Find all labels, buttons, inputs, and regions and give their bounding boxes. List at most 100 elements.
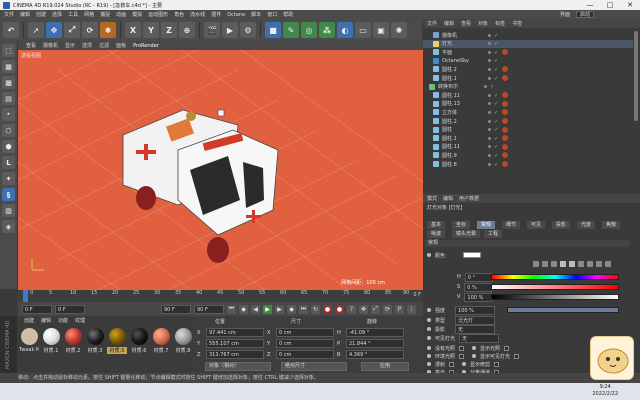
object-name[interactable]: 圆柱.1 (442, 75, 472, 82)
object-menu-tags[interactable]: 标签 (495, 20, 505, 27)
menu-item-file[interactable]: 文件 (4, 11, 14, 18)
tab-coord[interactable]: 坐标 (452, 221, 471, 229)
material-swatch[interactable]: 材质.2 (63, 328, 83, 358)
animation-dot[interactable] (427, 362, 431, 366)
enabled-check-icon[interactable]: ✓ (494, 33, 499, 39)
enabled-check-icon[interactable]: ✓ (494, 101, 499, 107)
object-name[interactable]: 转换布尔 (438, 83, 468, 90)
tab-visibility[interactable]: 可见 (527, 221, 546, 229)
object-row[interactable]: 灯光 ✓ (423, 39, 633, 48)
menu-item-pipeline[interactable]: 流水线 (190, 11, 205, 18)
param-key-button[interactable]: P (395, 304, 404, 314)
enabled-check-icon[interactable]: ✓ (494, 41, 499, 47)
axis-mode-button[interactable]: L (2, 156, 15, 169)
tab-general[interactable]: 常规 (477, 221, 496, 229)
viewport-menu-panel[interactable]: 面板 (116, 42, 126, 49)
object-name[interactable]: 平面 (442, 49, 472, 56)
apply-button[interactable]: 应用 (361, 362, 409, 371)
material-menu-texture[interactable]: 纹理 (75, 317, 85, 324)
menu-item-mograph[interactable]: 运动图形 (148, 11, 168, 18)
edges-mode-button[interactable]: ⬡ (2, 124, 15, 137)
menu-item-help[interactable]: 帮助 (283, 11, 293, 18)
spectrum-icon[interactable] (542, 261, 548, 267)
object-row[interactable]: 圆柱.1 ✓ (423, 74, 633, 82)
object-menu-edit[interactable]: 编辑 (444, 20, 454, 27)
material-tag-icon[interactable] (502, 92, 508, 99)
material-tag-icon[interactable] (502, 135, 508, 142)
hsv-mode-icon[interactable] (569, 261, 575, 267)
object-name[interactable]: OctaneSky (442, 58, 472, 64)
material-swatch[interactable]: 材质.8 (173, 328, 193, 358)
image-picker-icon[interactable] (551, 261, 557, 267)
enabled-check-icon[interactable]: ✓ (494, 162, 499, 168)
visibility-dot[interactable] (488, 67, 491, 71)
attr-menu-mode[interactable]: 模式 (427, 195, 437, 202)
material-tag-icon[interactable] (502, 75, 508, 81)
visibility-dot[interactable] (484, 85, 487, 89)
visibility-dot[interactable] (488, 33, 491, 37)
enabled-check-icon[interactable]: ✓ (494, 76, 499, 82)
object-row[interactable]: 圆柱.2 ✓ (423, 117, 633, 125)
tab-lens-glow[interactable]: 镜头光晕 (452, 230, 481, 238)
render-settings-button[interactable]: ⚙ (240, 22, 256, 38)
object-row[interactable]: 立方体 ✓ (423, 108, 633, 116)
current-frame-field[interactable]: 0 F (55, 304, 85, 314)
object-row[interactable]: 平面 ✓ (423, 48, 633, 56)
tab-details[interactable]: 细节 (502, 221, 521, 229)
object-name[interactable]: 摄像机 (442, 32, 472, 39)
timeline-menu-button[interactable]: ⁝ (407, 304, 416, 314)
material-tag-icon[interactable] (502, 49, 508, 56)
shadow-select[interactable]: 无 (455, 324, 496, 334)
menu-item-tools[interactable]: 工具 (68, 11, 78, 18)
show-clipping-checkbox[interactable] (494, 361, 500, 367)
object-name[interactable]: 圆柱 (442, 126, 472, 133)
solo-button[interactable]: ◈ (2, 220, 15, 233)
object-row[interactable]: 圆柱.11 ✓ (423, 91, 633, 99)
undo-button[interactable]: ↶ (3, 22, 19, 38)
visibility-dot[interactable] (488, 136, 491, 140)
rotation-b-field[interactable]: 4.369 ° (346, 350, 404, 359)
visibility-dot[interactable] (488, 128, 491, 132)
enabled-check-icon[interactable]: ✓ (494, 153, 499, 159)
make-editable-button[interactable]: ⬚ (2, 44, 15, 57)
viewport-menu-prorender[interactable]: ProRender (133, 43, 159, 49)
enabled-check-icon[interactable]: ✓ (494, 144, 499, 150)
render-view-button[interactable]: 🎬 (204, 22, 220, 38)
loop-button[interactable]: ↻ (311, 304, 320, 314)
position-y-field[interactable]: 555.107 cm (206, 339, 264, 348)
enabled-check-icon[interactable]: ✓ (494, 110, 499, 116)
object-row[interactable]: 摄像机 ✓ (423, 31, 633, 39)
material-swatch[interactable]: Tweak Mtl (19, 328, 39, 358)
object-name[interactable]: 圆柱.1 (442, 135, 472, 142)
object-name[interactable]: 圆柱.2 (442, 118, 472, 125)
object-name[interactable]: 灯光 (442, 40, 472, 47)
object-row[interactable]: 圆柱.9 ✓ (423, 151, 633, 159)
material-menu-create[interactable]: 创建 (24, 317, 34, 324)
rotate-tool-button[interactable]: ⟳ (82, 22, 98, 38)
mixer-icon[interactable] (587, 261, 593, 267)
visibility-dot[interactable] (488, 93, 491, 97)
size-x-field[interactable]: 0 cm (276, 328, 334, 337)
object-name[interactable]: 圆柱.11 (442, 92, 472, 99)
menu-item-animate[interactable]: 动画 (116, 11, 126, 18)
animation-dot[interactable] (472, 346, 477, 350)
next-key-button[interactable]: ◆ (287, 304, 296, 314)
diffuse-checkbox[interactable] (449, 361, 455, 367)
menu-item-edit[interactable]: 编辑 (20, 11, 30, 18)
no-illumination-checkbox[interactable] (459, 345, 465, 351)
object-row[interactable]: 圆柱.1 ✓ (423, 134, 633, 142)
object-menu-objects[interactable]: 对象 (478, 20, 488, 27)
cube-button[interactable]: ■ (265, 22, 281, 38)
viewport-menu-options[interactable]: 选项 (82, 42, 92, 49)
material-menu-edit[interactable]: 编辑 (41, 317, 51, 324)
scale-tool-button[interactable]: ⤢ (64, 22, 80, 38)
menu-item-create[interactable]: 创建 (36, 11, 46, 18)
menu-item-octane[interactable]: Octane (227, 12, 245, 18)
texture-mode-button[interactable]: ▩ (2, 76, 15, 89)
menu-item-window[interactable]: 窗口 (267, 11, 277, 18)
value-slider[interactable] (491, 294, 619, 300)
autokey-button[interactable]: ● (335, 304, 344, 314)
axis-y-button[interactable]: Y (143, 22, 159, 38)
object-name[interactable]: 圆柱.13 (442, 100, 472, 107)
animation-dot[interactable] (427, 308, 431, 312)
